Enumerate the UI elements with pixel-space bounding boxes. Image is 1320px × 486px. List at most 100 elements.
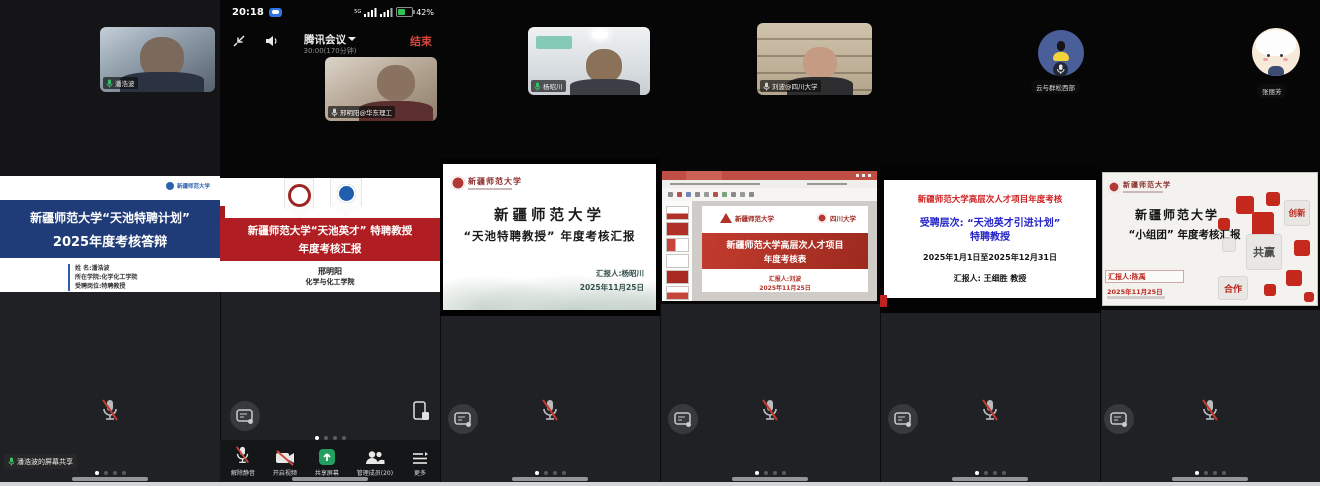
assessment-period: 2025年1月1日至2025年12月31日: [884, 252, 1096, 263]
presenter-line: 汇报人: 王细胜 教授: [884, 273, 1096, 284]
logo-subtext: [1123, 191, 1163, 193]
presenter-line: 汇报人:刘波: [702, 274, 868, 283]
unmute-label: 解除静音: [231, 468, 255, 477]
mosaic-decoration: 创新 共赢 合作: [1212, 192, 1316, 304]
participant-video-2[interactable]: 邢明阳@华东理工: [325, 57, 437, 121]
slide-title-line1: 新疆师范大学“天池特聘计划”: [0, 209, 220, 226]
participant-name: 张丽芳: [1262, 88, 1282, 96]
shared-screen-5[interactable]: 新疆师范大学高层次人才项目年度考核 受聘层次: “天池英才引进计划” 特聘教授 …: [880, 165, 1100, 313]
meeting-title[interactable]: 腾讯会议: [260, 32, 400, 47]
slide-presenter-info: 姓 名:潘浩波 所在学院:化学化工学院 受聘岗位:特聘教授: [68, 264, 137, 291]
share-screen-button[interactable]: 共享屏幕: [315, 448, 339, 477]
captions-button[interactable]: [668, 404, 698, 434]
shared-slide-2[interactable]: 新疆师范大学“天池英才” 特聘教授 年度考核汇报 邢明阳 化学与化工学院: [220, 178, 440, 292]
share-screen-label: 共享屏幕: [315, 468, 339, 477]
ceiling-lamp: [592, 29, 608, 39]
level-line2: 特聘教授: [884, 228, 1096, 243]
presenter-post-line: 受聘岗位:特聘教授: [75, 282, 137, 291]
logo-text: 新疆师范大学: [1123, 180, 1171, 190]
participant-name: 邢明阳@华东理工: [340, 107, 392, 117]
signal-icon: [380, 8, 393, 17]
shared-screen-6[interactable]: 新疆师范大学 新疆师范大学 “小组团” 年度考核汇报 创新 共赢 合作: [1100, 165, 1320, 310]
date-line: 2025年11月25日: [580, 282, 644, 293]
slide-title-line1: 新疆师范大学高层次人才项目: [702, 238, 868, 251]
meeting-duration: 30:00(170分钟): [260, 46, 400, 56]
meeting-view-1: 潘浩波 新疆师范大学 新疆师范大学“天池特聘计划” 2025年度考核答辩 姓 名…: [0, 0, 220, 486]
more-label: 更多: [414, 468, 426, 477]
presenter-line: 汇报人:杨昭川: [596, 268, 644, 279]
captions-button[interactable]: [448, 404, 478, 434]
more-button[interactable]: 更多: [411, 451, 429, 477]
presenter-line: 汇报人:陈禹: [1105, 270, 1184, 283]
participant-video-4[interactable]: 刘波@四川大学: [757, 23, 872, 95]
mic-status-icon: [1053, 62, 1068, 77]
minimize-icon[interactable]: [232, 33, 246, 52]
seal-icon: [817, 213, 827, 223]
participant-face: [586, 49, 622, 83]
participant-name-tag: 云与群松西部: [1031, 80, 1080, 94]
seal-icon: [1108, 181, 1120, 193]
participant-video-1[interactable]: 潘浩波: [100, 27, 215, 92]
network-type-label: 5G: [354, 9, 361, 15]
university-logo-right: 四川大学: [817, 213, 856, 223]
home-indicator[interactable]: [1172, 477, 1248, 481]
start-video-button[interactable]: 开启视频: [273, 450, 297, 477]
university-logo: 新疆师范大学: [166, 182, 210, 190]
tag-innovation: 创新: [1284, 200, 1310, 226]
manage-members-label: 管理成员(20): [357, 468, 393, 477]
university-pennant-right: [330, 178, 362, 215]
meeting-view-4: 刘波@四川大学: [660, 0, 880, 486]
participant-name: 刘波@四川大学: [772, 81, 818, 91]
slide-title-banner: 新疆师范大学高层次人才项目 年度考核表: [702, 233, 868, 269]
avatar-hair: [1256, 30, 1296, 56]
home-indicator[interactable]: [512, 477, 588, 481]
mic-active-icon: [534, 82, 541, 91]
presenter-department: 化学与化工学院: [220, 277, 440, 287]
university-logo-left: 新疆师范大学: [720, 213, 774, 223]
logo-text: 新疆师范大学: [735, 213, 774, 223]
university-logo: 新疆师范大学: [451, 176, 522, 190]
muted-mic-icon: [1200, 398, 1220, 428]
presenter-name: 邢明阳: [220, 266, 440, 277]
mic-muted-icon: [234, 446, 251, 466]
university-logo: 新疆师范大学: [1108, 180, 1171, 193]
captions-button[interactable]: [888, 404, 918, 434]
switch-view-button[interactable]: [410, 400, 432, 426]
avatar-figure: [1057, 41, 1065, 51]
shared-screen-4[interactable]: 新疆师范大学 四川大学 新疆师范大学高层次人才项目 年度考核表 汇报人:刘波 2…: [660, 168, 880, 304]
home-indicator[interactable]: [952, 477, 1028, 481]
muted-mic-icon: [980, 398, 1000, 428]
participant-name-tag: 邢明阳@华东理工: [328, 106, 395, 118]
seal-icon: [451, 176, 465, 190]
university-pennant-left: [284, 178, 314, 218]
meeting-toolbar: 解除静音 开启视频 共享屏幕 管理成员(20) 更多: [220, 440, 440, 481]
mic-icon: [331, 108, 338, 117]
home-indicator[interactable]: [292, 477, 368, 481]
home-indicator[interactable]: [732, 477, 808, 481]
pip-status-icon: [269, 8, 282, 17]
window-controls: [856, 174, 874, 177]
shared-screen-3[interactable]: 新疆师范大学 新疆师范大学 “天池特聘教授” 年度考核汇报 汇报人:杨昭川 20…: [440, 158, 660, 316]
footer-decoration: [1107, 296, 1165, 299]
participant-name-tag: 刘波@四川大学: [760, 80, 821, 92]
unmute-button[interactable]: 解除静音: [231, 446, 255, 477]
muted-mic-icon: [760, 398, 780, 428]
members-icon: [364, 449, 385, 466]
participant-video-3[interactable]: 杨昭川: [528, 27, 650, 95]
battery-icon: [396, 7, 413, 17]
slide-title-line2: 年度考核汇报: [220, 241, 440, 256]
window-title-bar: [662, 171, 877, 180]
participant-avatar[interactable]: [1252, 28, 1300, 76]
captions-button[interactable]: [1104, 404, 1134, 434]
share-screen-icon: [318, 448, 336, 466]
avatar-figure-body: [1053, 52, 1069, 61]
avatar-blush: [1263, 58, 1268, 61]
presenter-name-line: 姓 名:潘浩波: [75, 264, 137, 273]
end-meeting-button[interactable]: 结束: [410, 33, 432, 49]
shared-slide-1[interactable]: 新疆师范大学 新疆师范大学“天池特聘计划” 2025年度考核答辩 姓 名:潘浩波…: [0, 176, 220, 292]
home-indicator[interactable]: [72, 477, 148, 481]
bottom-edge-strip: [0, 482, 1320, 486]
manage-members-button[interactable]: 管理成员(20): [357, 449, 393, 477]
muted-mic-icon: [540, 398, 560, 428]
slide-thumbnail-panel[interactable]: [662, 201, 693, 301]
